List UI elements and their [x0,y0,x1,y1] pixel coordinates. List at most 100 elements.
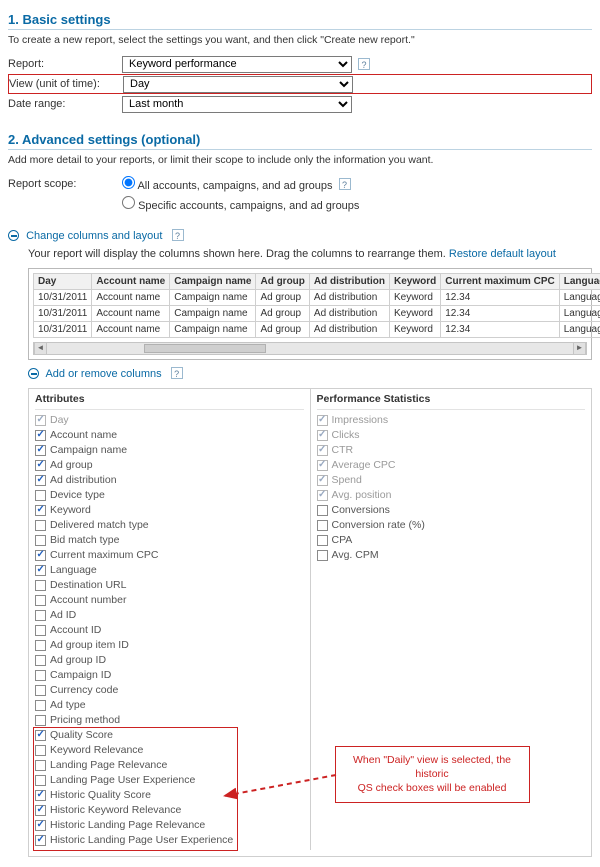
column-checkbox-row[interactable]: Destination URL [35,578,304,593]
column-checkbox[interactable] [317,535,328,546]
column-checkbox-row[interactable]: Conversions [317,503,586,518]
column-checkbox[interactable] [35,490,46,501]
column-checkbox[interactable] [35,805,46,816]
table-header[interactable]: Language [559,274,600,290]
column-checkbox[interactable] [317,445,328,456]
column-checkbox-row[interactable]: Ad group [35,458,304,473]
table-header[interactable]: Current maximum CPC [441,274,559,290]
column-checkbox-row[interactable]: Account ID [35,623,304,638]
column-checkbox[interactable] [317,520,328,531]
column-checkbox-row[interactable]: Landing Page User Experience [35,773,304,788]
column-checkbox[interactable] [35,685,46,696]
column-checkbox[interactable] [35,535,46,546]
date-range-select[interactable]: Last month [122,96,352,113]
hscroll-track[interactable]: ◄ ► [33,342,587,355]
table-row[interactable]: 10/31/2011Account nameCampaign nameAd gr… [34,322,600,338]
column-checkbox-row[interactable]: Impressions [317,413,586,428]
column-checkbox-row[interactable]: Currency code [35,683,304,698]
column-checkbox[interactable] [35,820,46,831]
column-checkbox[interactable] [317,430,328,441]
column-checkbox[interactable] [35,550,46,561]
column-checkbox-row[interactable]: Day [35,413,304,428]
column-checkbox-row[interactable]: Campaign name [35,443,304,458]
column-checkbox[interactable] [35,625,46,636]
table-header[interactable]: Day [34,274,92,290]
column-checkbox[interactable] [35,595,46,606]
column-checkbox[interactable] [317,415,328,426]
column-checkbox-row[interactable]: Language [35,563,304,578]
column-checkbox[interactable] [35,715,46,726]
column-checkbox-row[interactable]: Ad group item ID [35,638,304,653]
column-checkbox[interactable] [35,640,46,651]
column-checkbox[interactable] [35,520,46,531]
collapse-icon[interactable] [28,368,39,379]
column-checkbox[interactable] [35,700,46,711]
preview-table[interactable]: DayAccount nameCampaign nameAd groupAd d… [33,273,600,338]
report-select[interactable]: Keyword performance [122,56,352,73]
column-checkbox[interactable] [317,475,328,486]
column-checkbox[interactable] [317,550,328,561]
column-checkbox[interactable] [35,565,46,576]
column-checkbox-row[interactable]: Historic Quality Score [35,788,304,803]
column-checkbox-row[interactable]: Account number [35,593,304,608]
column-checkbox[interactable] [35,610,46,621]
scroll-right-arrow[interactable]: ► [573,343,586,354]
column-checkbox-row[interactable]: Account name [35,428,304,443]
column-checkbox-row[interactable]: Keyword Relevance [35,743,304,758]
change-columns-link[interactable]: Change columns and layout [26,230,162,242]
scroll-left-arrow[interactable]: ◄ [34,343,47,354]
column-checkbox-row[interactable]: Average CPC [317,458,586,473]
help-icon[interactable]: ? [339,178,351,190]
column-checkbox-row[interactable]: Conversion rate (%) [317,518,586,533]
column-checkbox[interactable] [35,745,46,756]
column-checkbox-row[interactable]: Bid match type [35,533,304,548]
column-checkbox-row[interactable]: Campaign ID [35,668,304,683]
scope-specific-radio[interactable]: Specific accounts, campaigns, and ad gro… [122,196,359,212]
column-checkbox-row[interactable]: CTR [317,443,586,458]
add-remove-columns-link[interactable]: Add or remove columns [45,368,161,380]
scope-all-radio[interactable]: All accounts, campaigns, and ad groups [122,176,333,192]
column-checkbox-row[interactable]: Current maximum CPC [35,548,304,563]
column-checkbox-row[interactable]: Historic Keyword Relevance [35,803,304,818]
column-checkbox[interactable] [35,835,46,846]
column-checkbox-row[interactable]: Ad ID [35,608,304,623]
column-checkbox[interactable] [317,505,328,516]
column-checkbox[interactable] [35,460,46,471]
restore-layout-link[interactable]: Restore default layout [449,248,556,260]
column-checkbox[interactable] [35,775,46,786]
table-header[interactable]: Campaign name [170,274,256,290]
column-checkbox[interactable] [35,445,46,456]
column-checkbox[interactable] [35,415,46,426]
table-header[interactable]: Ad group [256,274,309,290]
column-checkbox-row[interactable]: Spend [317,473,586,488]
column-checkbox-row[interactable]: Ad type [35,698,304,713]
column-checkbox-row[interactable]: Keyword [35,503,304,518]
column-checkbox[interactable] [35,505,46,516]
column-checkbox[interactable] [35,670,46,681]
column-checkbox-row[interactable]: Ad distribution [35,473,304,488]
column-checkbox-row[interactable]: Quality Score [35,728,304,743]
column-checkbox[interactable] [317,490,328,501]
column-checkbox-row[interactable]: Historic Landing Page User Experience [35,833,304,848]
column-checkbox[interactable] [35,475,46,486]
column-checkbox[interactable] [35,580,46,591]
table-header[interactable]: Account name [92,274,170,290]
help-icon[interactable]: ? [171,367,183,379]
column-checkbox[interactable] [35,655,46,666]
column-checkbox-row[interactable]: Ad group ID [35,653,304,668]
column-checkbox-row[interactable]: Historic Landing Page Relevance [35,818,304,833]
column-checkbox-row[interactable]: Landing Page Relevance [35,758,304,773]
column-checkbox-row[interactable]: CPA [317,533,586,548]
column-checkbox-row[interactable]: Avg. position [317,488,586,503]
table-header[interactable]: Ad distribution [309,274,389,290]
scroll-thumb[interactable] [144,344,265,353]
column-checkbox[interactable] [35,730,46,741]
help-icon[interactable]: ? [172,229,184,241]
column-checkbox-row[interactable]: Delivered match type [35,518,304,533]
help-icon[interactable]: ? [358,58,370,70]
column-checkbox[interactable] [317,460,328,471]
view-select[interactable]: Day [123,76,353,93]
column-checkbox-row[interactable]: Avg. CPM [317,548,586,563]
column-checkbox-row[interactable]: Clicks [317,428,586,443]
column-checkbox[interactable] [35,790,46,801]
